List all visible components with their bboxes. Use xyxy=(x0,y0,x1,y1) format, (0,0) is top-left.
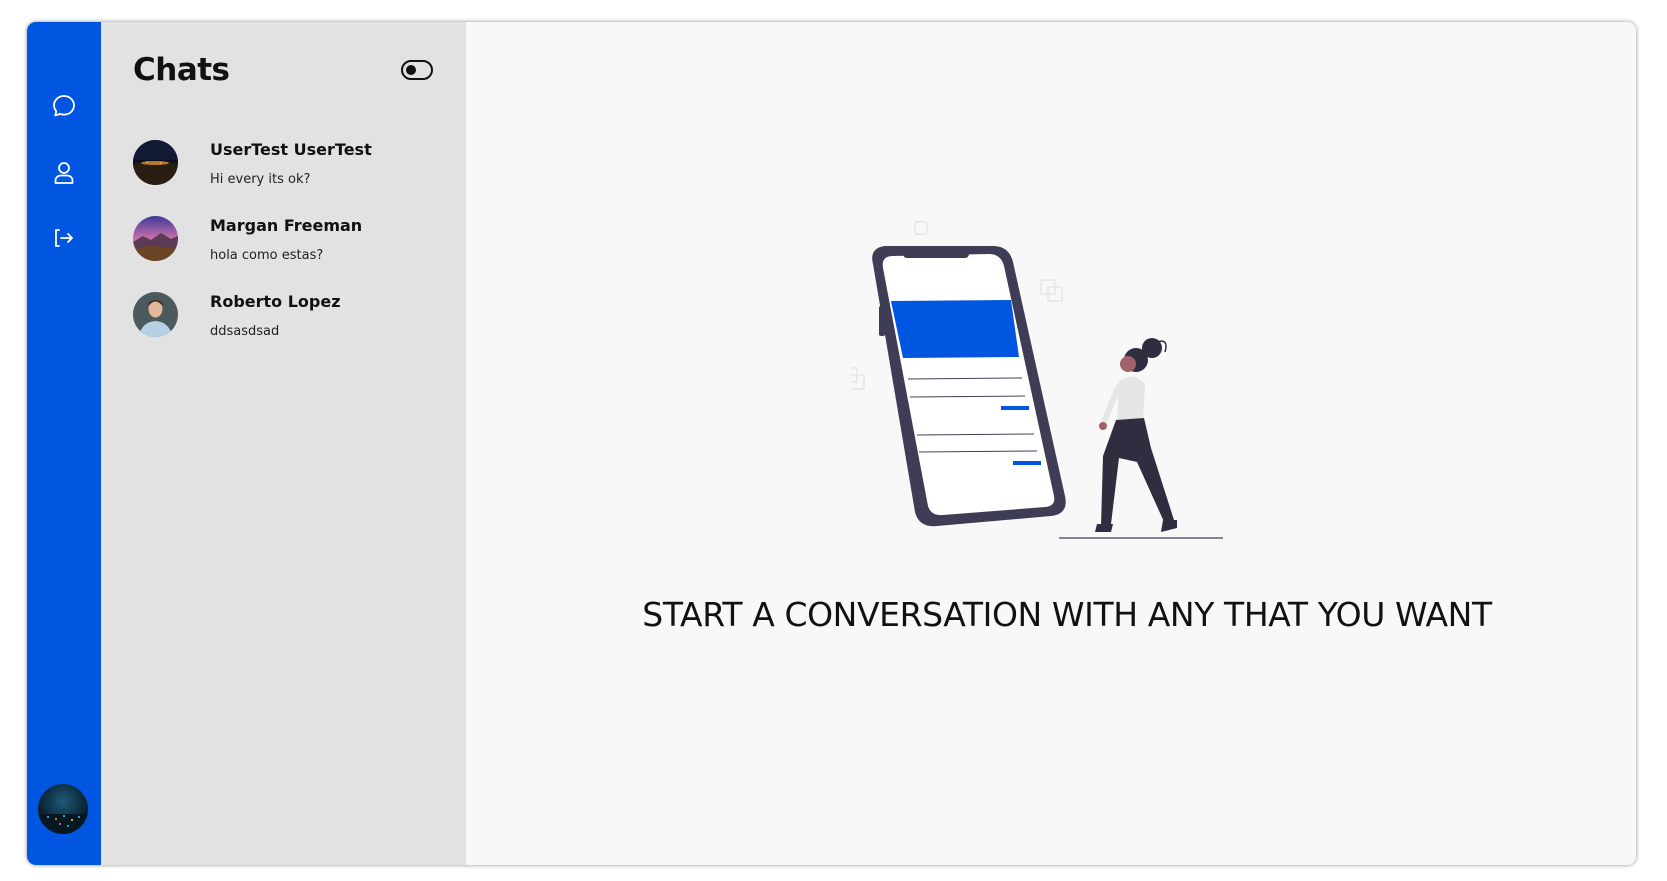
chat-bubble-icon xyxy=(53,95,75,117)
chat-preview: ddsasdsad xyxy=(210,324,280,339)
phone-woman-illustration xyxy=(851,221,1223,539)
night-landscape-avatar-image xyxy=(133,140,178,185)
chat-preview: Hi every its ok? xyxy=(210,172,311,187)
rail-profile-button[interactable] xyxy=(44,153,84,193)
chats-sidebar: Chats UserTest UserTest Hi every its ok?… xyxy=(101,22,466,865)
empty-state-headline: START A CONVERSATION WITH ANY THAT YOU W… xyxy=(642,595,1492,634)
theme-toggle[interactable] xyxy=(401,60,433,80)
nav-rail xyxy=(27,22,101,865)
rail-chats-button[interactable] xyxy=(44,86,84,126)
person-portrait-avatar-image xyxy=(133,292,178,337)
floating-squares-icon xyxy=(1040,279,1063,302)
chat-list-item[interactable]: Margan Freeman hola como estas? xyxy=(101,216,466,292)
logout-icon xyxy=(55,229,73,247)
chat-list-item[interactable]: UserTest UserTest Hi every its ok? xyxy=(101,140,466,216)
app-window: Chats UserTest UserTest Hi every its ok?… xyxy=(27,22,1636,865)
woman-graphic xyxy=(1059,338,1223,539)
phone-graphic xyxy=(872,246,1066,527)
chat-name: Roberto Lopez xyxy=(210,292,341,311)
user-icon xyxy=(54,162,74,184)
sunset-mountains-avatar-image xyxy=(133,216,178,261)
rail-logout-button[interactable] xyxy=(44,218,84,258)
chat-list-item[interactable]: Roberto Lopez ddsasdsad xyxy=(101,292,466,368)
chat-name: UserTest UserTest xyxy=(210,140,372,159)
sidebar-title: Chats xyxy=(133,52,230,88)
avatar xyxy=(133,292,178,337)
floating-squares-icon xyxy=(851,367,865,390)
avatar xyxy=(133,216,178,261)
chat-preview: hola como estas? xyxy=(210,248,324,263)
conversation-panel: START A CONVERSATION WITH ANY THAT YOU W… xyxy=(466,22,1636,865)
avatar xyxy=(133,140,178,185)
chat-name: Margan Freeman xyxy=(210,216,363,235)
city-night-avatar-image xyxy=(38,784,88,834)
chat-list: UserTest UserTest Hi every its ok? Marga… xyxy=(101,140,466,368)
toggle-knob-icon xyxy=(406,65,416,75)
floating-square-icon xyxy=(914,221,928,235)
current-user-avatar[interactable] xyxy=(38,784,88,834)
